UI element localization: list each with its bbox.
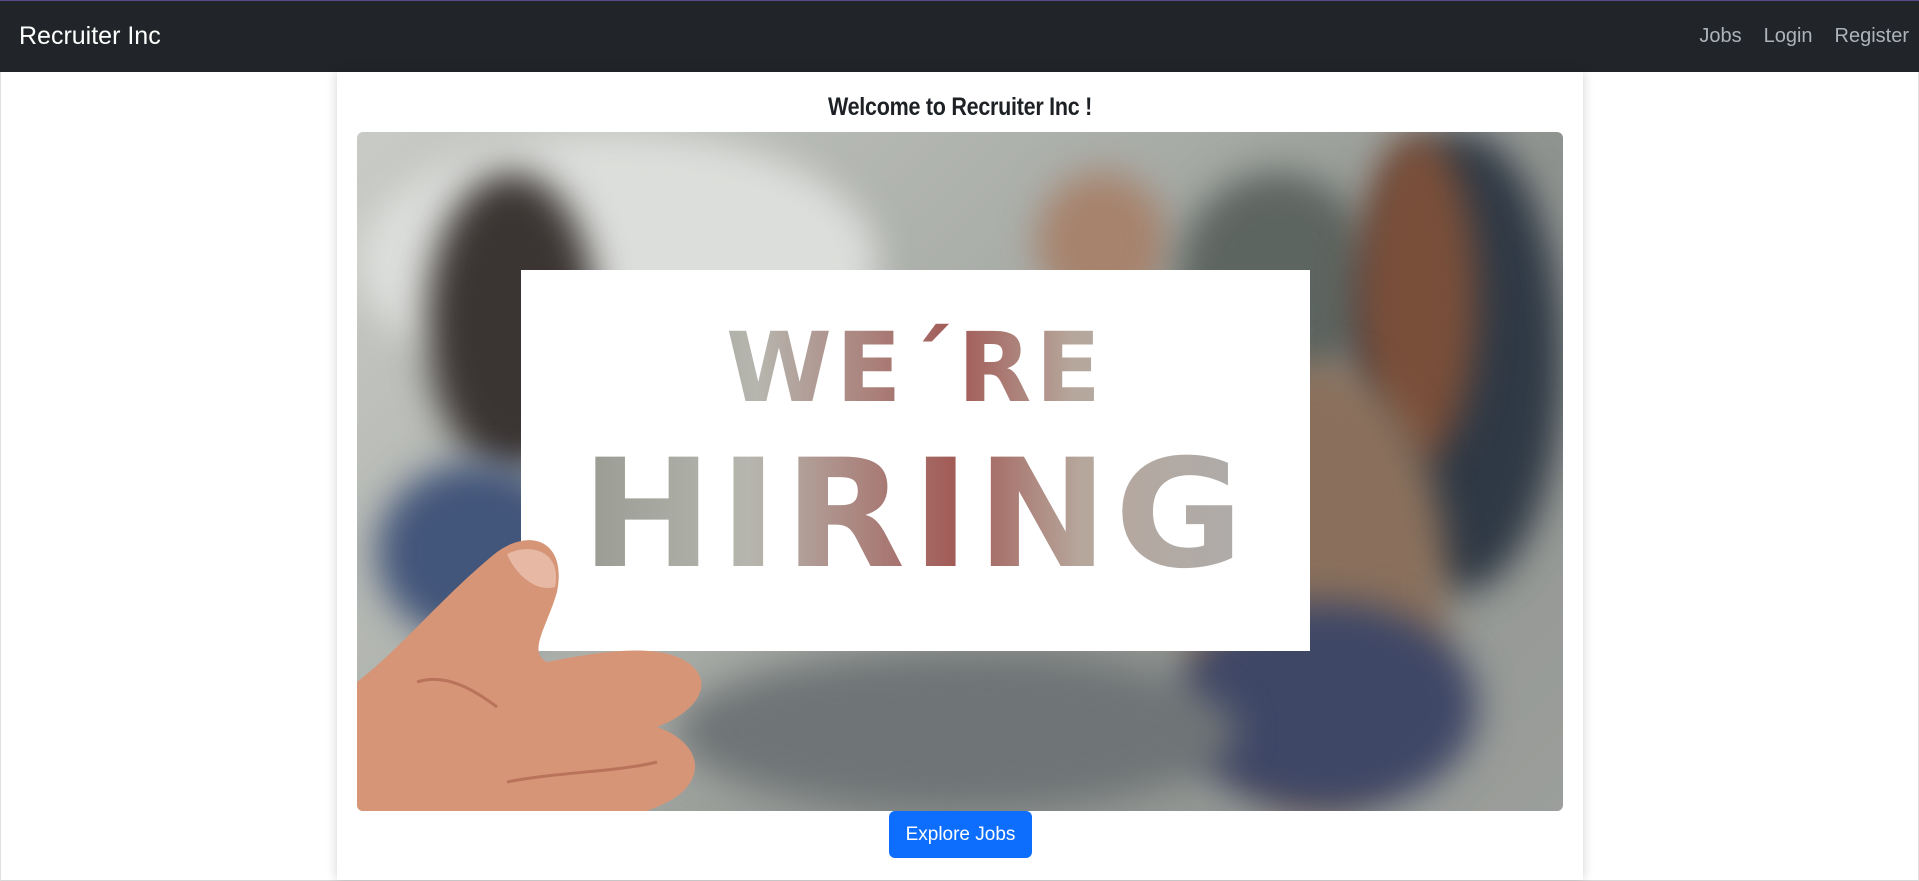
nav-link-register[interactable]: Register [1835, 25, 1909, 48]
welcome-heading: Welcome to Recruiter Inc ! [827, 93, 1093, 121]
hero-image: WE´RE HIRING [357, 132, 1563, 811]
welcome-card: Welcome to Recruiter Inc ! WE´RE HIRING … [337, 72, 1583, 880]
bg-table [677, 652, 1237, 811]
brand-link[interactable]: Recruiter Inc [19, 22, 161, 51]
nav-link-login[interactable]: Login [1764, 25, 1813, 48]
nav-link-jobs[interactable]: Jobs [1699, 25, 1741, 48]
hand-holding-sign [357, 540, 702, 811]
sign-text-were: WE´RE [521, 312, 1310, 424]
nav-links: Jobs Login Register [1677, 25, 1909, 48]
explore-jobs-button[interactable]: Explore Jobs [889, 811, 1032, 858]
navbar: Recruiter Inc Jobs Login Register [0, 1, 1919, 72]
